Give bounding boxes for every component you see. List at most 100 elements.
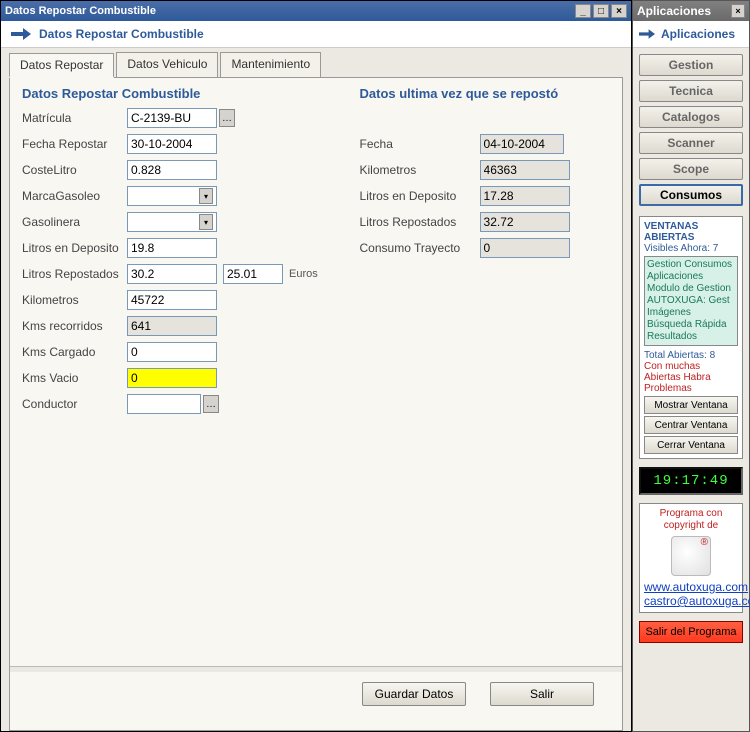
copyright-panel: Programa con copyright de ® www.autoxuga…: [639, 503, 743, 613]
open-window-item[interactable]: Imágenes: [647, 307, 735, 319]
open-windows-warn: Con muchas Abiertas Habra Problemas: [644, 361, 738, 394]
right-column: Datos ultima vez que se repostó Fecha Ki…: [360, 86, 610, 419]
gasolinera-label: Gasolinera: [22, 215, 127, 229]
conductor-label: Conductor: [22, 397, 127, 411]
tab-content: Datos Repostar Combustible Matrícula C-2…: [9, 77, 623, 731]
open-window-item[interactable]: AUTOXUGA: Gest: [647, 295, 735, 307]
email-link[interactable]: castro@autoxuga.com: [644, 594, 738, 608]
last-fecha-value: [480, 134, 564, 154]
open-window-item[interactable]: Búsqueda Rápida: [647, 319, 735, 331]
side-panel: Aplicaciones × Aplicaciones Gestion Tecn…: [632, 0, 750, 732]
chevron-down-icon: ▾: [199, 214, 213, 230]
tab-bar: Datos Repostar Datos Vehiculo Mantenimie…: [1, 48, 631, 77]
km-carg-label: Kms Cargado: [22, 345, 127, 359]
last-title: Datos ultima vez que se repostó: [360, 86, 610, 101]
side-btn-catalogos[interactable]: Catalogos: [639, 106, 743, 128]
conductor-input[interactable]: [127, 394, 201, 414]
side-title-bar: Aplicaciones ×: [633, 1, 749, 21]
form-area: Datos Repostar Combustible Matrícula C-2…: [22, 86, 610, 419]
cerrar-ventana-button[interactable]: Cerrar Ventana: [644, 436, 738, 454]
km-carg-input[interactable]: [127, 342, 217, 362]
side-btn-gestion[interactable]: Gestion: [639, 54, 743, 76]
litros-dep-label: Litros en Deposito: [22, 241, 127, 255]
side-btn-scope[interactable]: Scope: [639, 158, 743, 180]
tab-mantenimiento[interactable]: Mantenimiento: [220, 52, 321, 77]
mostrar-ventana-button[interactable]: Mostrar Ventana: [644, 396, 738, 414]
salir-button[interactable]: Salir: [490, 682, 594, 706]
last-consumo-label: Consumo Trayecto: [360, 241, 480, 255]
matricula-combo[interactable]: C-2139-BU: [127, 108, 217, 128]
gasolinera-combo[interactable]: ▾: [127, 212, 217, 232]
open-windows-total: Total Abiertas: 8: [644, 350, 738, 361]
matricula-label: Matrícula: [22, 111, 127, 125]
coste-label: CosteLitro: [22, 163, 127, 177]
litros-dep-input[interactable]: [127, 238, 217, 258]
last-consumo-value: [480, 238, 570, 258]
website-link[interactable]: www.autoxuga.com: [644, 580, 738, 594]
fecha-input[interactable]: [127, 134, 217, 154]
window-controls: _ □ ×: [575, 4, 627, 18]
matricula-lookup-button[interactable]: …: [219, 109, 235, 127]
km-rec-readonly: [127, 316, 217, 336]
close-button[interactable]: ×: [611, 4, 627, 18]
side-close-button[interactable]: ×: [731, 4, 745, 18]
tab-datos-vehiculo[interactable]: Datos Vehiculo: [116, 52, 218, 77]
tab-datos-repostar[interactable]: Datos Repostar: [9, 53, 114, 78]
title-bar: Datos Repostar Combustible _ □ ×: [1, 1, 631, 21]
litros-rep-label: Litros Repostados: [22, 267, 127, 281]
side-btn-tecnica[interactable]: Tecnica: [639, 80, 743, 102]
conductor-lookup-button[interactable]: …: [203, 395, 219, 413]
salir-programa-button[interactable]: Salir del Programa: [639, 621, 743, 643]
minimize-button[interactable]: _: [575, 4, 591, 18]
maximize-button[interactable]: □: [593, 4, 609, 18]
subtitle-text: Datos Repostar Combustible: [39, 27, 204, 41]
last-km-label: Kilometros: [360, 163, 480, 177]
subtitle-bar: Datos Repostar Combustible: [1, 21, 631, 48]
marca-combo[interactable]: ▾: [127, 186, 217, 206]
last-litros-rep-value: [480, 212, 570, 232]
last-litros-dep-value: [480, 186, 570, 206]
side-btn-scanner[interactable]: Scanner: [639, 132, 743, 154]
open-windows-panel: VENTANAS ABIERTAS Visibles Ahora: 7 Gest…: [639, 216, 743, 459]
centrar-ventana-button[interactable]: Centrar Ventana: [644, 416, 738, 434]
open-window-item[interactable]: Aplicaciones: [647, 271, 735, 283]
coste-input[interactable]: [127, 160, 217, 180]
km-input[interactable]: [127, 290, 217, 310]
litros-rep-input[interactable]: [127, 264, 217, 284]
km-vacio-input[interactable]: [127, 368, 217, 388]
window-title: Datos Repostar Combustible: [5, 5, 575, 17]
km-label: Kilometros: [22, 293, 127, 307]
logo-icon: ®: [671, 536, 711, 576]
open-windows-list[interactable]: Gestion Consumos Aplicaciones Modulo de …: [644, 256, 738, 346]
side-btn-consumos[interactable]: Consumos: [639, 184, 743, 206]
last-km-value: [480, 160, 570, 180]
open-windows-visible: Visibles Ahora: 7: [644, 243, 738, 254]
open-window-item[interactable]: Gestion Consumos: [647, 259, 735, 271]
left-column: Datos Repostar Combustible Matrícula C-2…: [22, 86, 340, 419]
main-window: Datos Repostar Combustible _ □ × Datos R…: [0, 0, 632, 732]
copyright-text: Programa con copyright de: [644, 508, 738, 532]
side-nav: Gestion Tecnica Catalogos Scanner Scope …: [633, 48, 749, 212]
open-window-item[interactable]: Modulo de Gestion: [647, 283, 735, 295]
guardar-button[interactable]: Guardar Datos: [362, 682, 466, 706]
fecha-label: Fecha Repostar: [22, 137, 127, 151]
chevron-down-icon: ▾: [199, 188, 213, 204]
matricula-value: C-2139-BU: [131, 111, 191, 125]
footer-buttons: Guardar Datos Salir: [22, 672, 610, 722]
marca-label: MarcaGasoleo: [22, 189, 127, 203]
km-rec-label: Kms recorridos: [22, 319, 127, 333]
side-title: Aplicaciones: [637, 4, 731, 18]
euros-label: Euros: [289, 268, 318, 280]
litros-rep-euro-input[interactable]: [223, 264, 283, 284]
arrow-right-icon: [639, 29, 655, 39]
last-litros-rep-label: Litros Repostados: [360, 215, 480, 229]
km-vacio-label: Kms Vacio: [22, 371, 127, 385]
last-fecha-label: Fecha: [360, 137, 480, 151]
arrow-right-icon: [11, 28, 31, 40]
form-section-title: Datos Repostar Combustible: [22, 86, 340, 101]
side-subtitle-text: Aplicaciones: [661, 27, 735, 41]
clock: 19:17:49: [639, 467, 743, 495]
last-litros-dep-label: Litros en Deposito: [360, 189, 480, 203]
open-window-item[interactable]: Resultados: [647, 331, 735, 343]
open-windows-header: VENTANAS ABIERTAS: [644, 221, 738, 243]
